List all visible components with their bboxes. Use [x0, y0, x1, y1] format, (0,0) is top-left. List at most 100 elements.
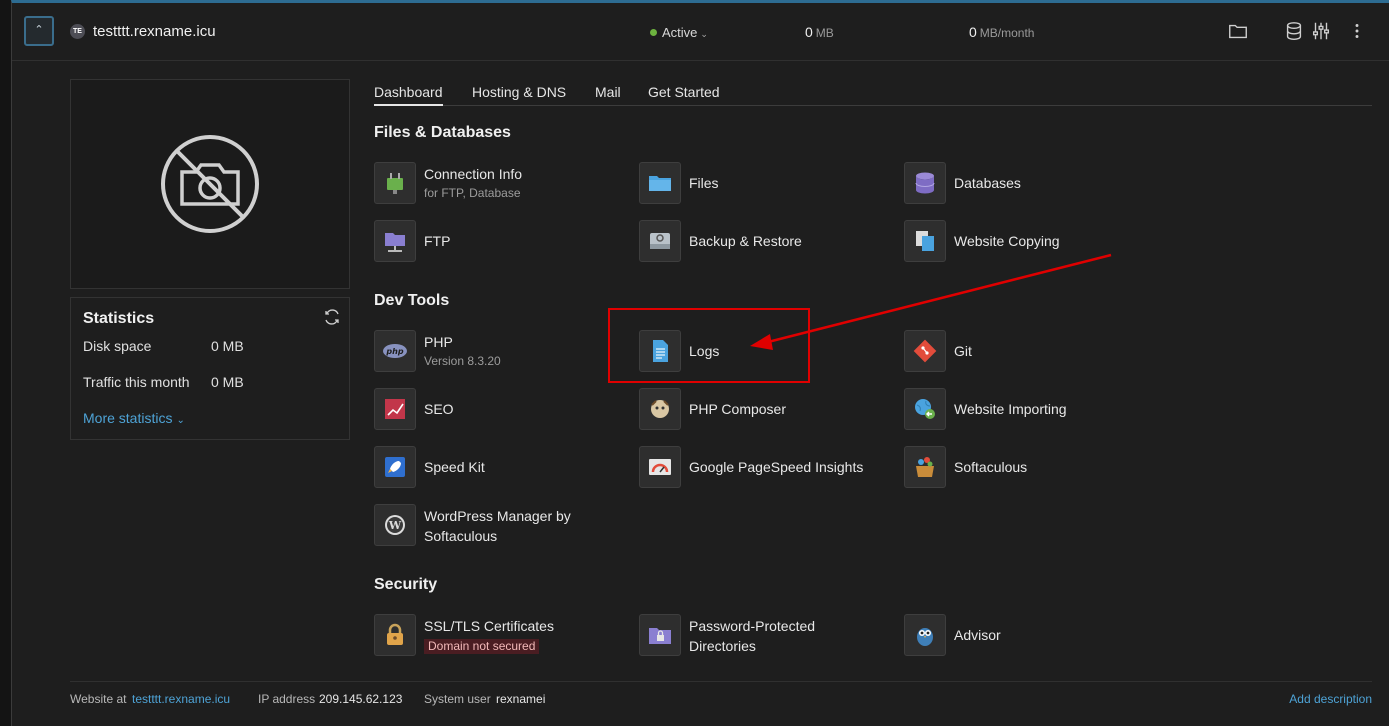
- website-link[interactable]: testttt.rexname.icu: [132, 692, 230, 706]
- folder-icon: [639, 162, 681, 204]
- website-at-label: Website at: [70, 692, 127, 706]
- sliders-icon[interactable]: [1310, 20, 1332, 42]
- system-user-label: System user: [424, 692, 491, 706]
- left-edge: [0, 0, 11, 726]
- status-label: Active: [662, 25, 698, 40]
- traffic-value-stat: 0 MB: [211, 374, 244, 390]
- tool-label: Connection Info: [424, 166, 523, 182]
- tool-label: Speed Kit: [424, 459, 485, 475]
- locked-folder-icon: [639, 614, 681, 656]
- tool-softaculous[interactable]: Softaculous: [904, 446, 1159, 490]
- section-dev-tools: Dev Tools: [374, 292, 450, 309]
- annotation-highlight-box: [608, 308, 810, 383]
- copy-icon: [904, 220, 946, 262]
- tool-speed-kit[interactable]: Speed Kit: [374, 446, 629, 490]
- tool-label: Website Importing: [954, 401, 1067, 417]
- subscription-header: ⌃ TE testttt.rexname.icu Active ⌄ 0 MB 0 MB…: [12, 3, 1389, 61]
- statistics-card: Statistics Disk space 0 MB Traffic this …: [70, 297, 350, 440]
- tool-ssl-certificates[interactable]: SSL/TLS Certificates Domain not secured: [374, 614, 629, 658]
- ip-address-value: 209.145.62.123: [319, 692, 403, 706]
- composer-icon: [639, 388, 681, 430]
- disk-usage-value: 0: [805, 24, 813, 40]
- status-dot-icon: [650, 29, 657, 37]
- traffic-value: 0: [969, 24, 977, 40]
- tool-sublabel: for FTP, Database: [424, 186, 521, 200]
- tab-dashboard[interactable]: Dashboard: [374, 84, 443, 106]
- tool-backup-restore[interactable]: Backup & Restore: [639, 220, 894, 264]
- site-favicon: TE: [70, 24, 85, 39]
- chevron-down-icon: ⌄: [176, 415, 185, 426]
- ip-address-label: IP address: [258, 692, 316, 706]
- plug-icon: [374, 162, 416, 204]
- gauge-icon: [639, 446, 681, 488]
- seo-chart-icon: [374, 388, 416, 430]
- tool-label: Databases: [954, 175, 1021, 191]
- status-dropdown[interactable]: Active ⌄: [650, 25, 708, 40]
- statistics-title: Statistics: [83, 310, 155, 327]
- tool-php-composer[interactable]: PHP Composer: [639, 388, 894, 432]
- tab-get-started[interactable]: Get Started: [648, 84, 720, 104]
- tool-databases[interactable]: Databases: [904, 162, 1159, 206]
- disk-space-value: 0 MB: [211, 338, 244, 354]
- tool-website-importing[interactable]: Website Importing: [904, 388, 1159, 432]
- tool-sublabel: Version 8.3.20: [424, 354, 501, 368]
- tool-advisor[interactable]: Advisor: [904, 614, 1159, 658]
- lock-icon: [374, 614, 416, 656]
- tool-wordpress-manager[interactable]: W WordPress Manager by Softaculous: [374, 504, 629, 548]
- more-statistics-label: More statistics: [83, 410, 173, 426]
- more-statistics-link[interactable]: More statistics ⌄: [83, 410, 185, 426]
- no-photo-icon: [161, 135, 259, 233]
- tool-label: Website Copying: [954, 233, 1060, 249]
- tool-label-line2: Directories: [689, 638, 756, 654]
- svg-text:php: php: [385, 347, 403, 356]
- tool-password-protected-directories[interactable]: Password-Protected Directories: [639, 614, 894, 658]
- database-icon: [904, 162, 946, 204]
- softaculous-icon: [904, 446, 946, 488]
- rocket-icon: [374, 446, 416, 488]
- database-icon[interactable]: [1283, 20, 1305, 42]
- tool-label: Google PageSpeed Insights: [689, 459, 864, 475]
- tab-hosting-dns[interactable]: Hosting & DNS: [472, 84, 566, 104]
- tool-files[interactable]: Files: [639, 162, 894, 206]
- tool-git[interactable]: Git: [904, 330, 1159, 374]
- tool-label: FTP: [424, 233, 451, 249]
- wordpress-icon: W: [374, 504, 416, 546]
- tool-label: Backup & Restore: [689, 233, 802, 249]
- php-icon: php: [374, 330, 416, 372]
- svg-text:W: W: [388, 519, 402, 532]
- owl-advisor-icon: [904, 614, 946, 656]
- collapse-button[interactable]: ⌃: [24, 16, 54, 46]
- tool-label: PHP Composer: [689, 401, 787, 417]
- disk-space-label: Disk space: [83, 338, 152, 354]
- traffic-label: Traffic this month: [83, 374, 190, 390]
- system-user-value: rexnamei: [496, 692, 546, 706]
- tool-label: WordPress Manager by: [424, 508, 571, 524]
- refresh-icon[interactable]: [323, 308, 341, 326]
- ftp-folder-icon: [374, 220, 416, 262]
- tool-pagespeed[interactable]: Google PageSpeed Insights: [639, 446, 894, 490]
- folder-icon[interactable]: [1227, 20, 1249, 42]
- tool-label: Softaculous: [954, 459, 1028, 475]
- tool-label: SSL/TLS Certificates: [424, 618, 554, 634]
- tool-label: Git: [954, 343, 972, 359]
- tool-label: SEO: [424, 401, 454, 417]
- traffic-metric: 0 MB/month: [969, 24, 1034, 40]
- subscription-footer: Website at testttt.rexname.icu IP addres…: [70, 681, 1372, 721]
- traffic-unit: MB/month: [979, 26, 1035, 40]
- tool-website-copying[interactable]: Website Copying: [904, 220, 1159, 264]
- tool-seo[interactable]: SEO: [374, 388, 629, 432]
- section-files-databases: Files & Databases: [374, 124, 511, 141]
- tool-connection-info[interactable]: Connection Info for FTP, Database: [374, 162, 629, 206]
- disk-usage-metric: 0 MB: [805, 24, 834, 40]
- git-icon: [904, 330, 946, 372]
- tab-bar: Dashboard Hosting & DNS Mail Get Started: [374, 82, 1372, 106]
- website-preview[interactable]: [70, 79, 350, 289]
- add-description-link[interactable]: Add description: [1289, 692, 1372, 706]
- tool-ftp[interactable]: FTP: [374, 220, 629, 264]
- site-name[interactable]: testttt.rexname.icu: [93, 23, 216, 40]
- more-vertical-icon[interactable]: [1346, 20, 1368, 42]
- tab-mail[interactable]: Mail: [595, 84, 621, 104]
- section-security: Security: [374, 576, 438, 593]
- tool-php[interactable]: php PHP Version 8.3.20: [374, 330, 629, 374]
- ssl-warning-badge: Domain not secured: [424, 639, 540, 654]
